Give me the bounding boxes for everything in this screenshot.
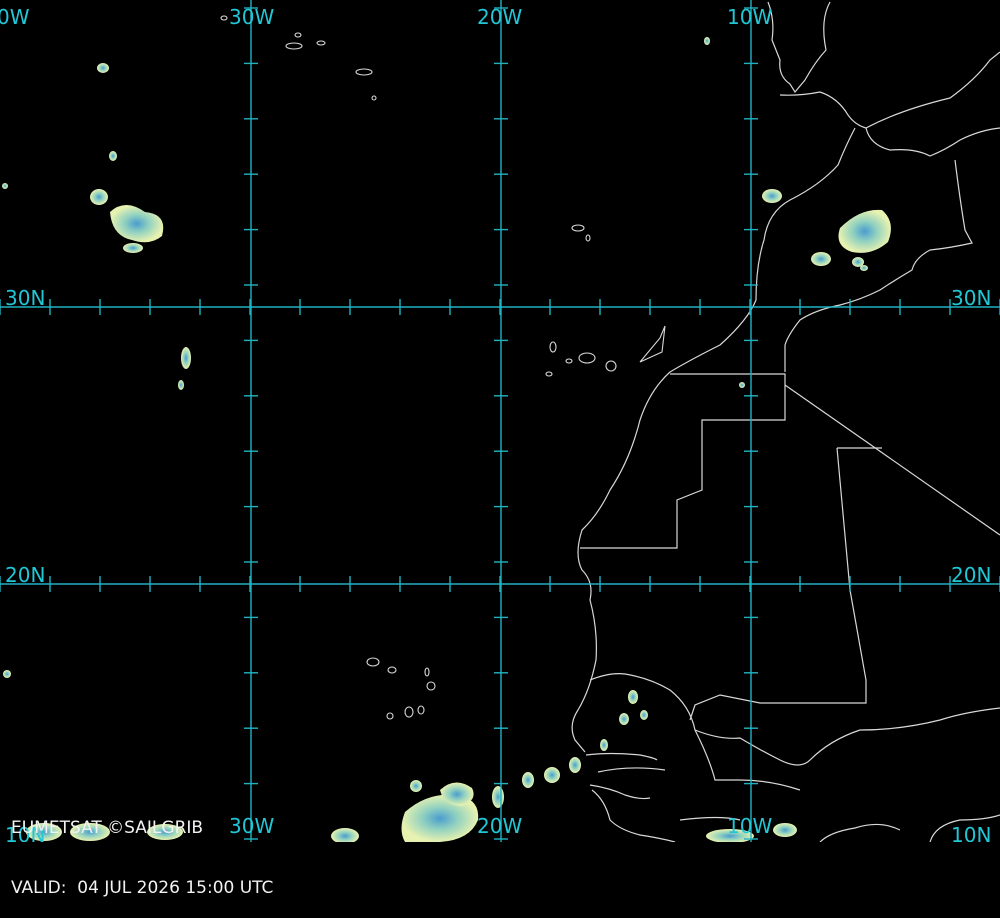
valid-label: VALID: xyxy=(11,878,67,898)
lat-label: 30N xyxy=(5,286,45,310)
lon-label: 10W xyxy=(727,814,772,838)
lon-label: 0W xyxy=(0,5,30,29)
lon-label: 20W xyxy=(477,5,522,29)
lat-label: 20N xyxy=(951,563,991,587)
lat-label: 20N xyxy=(5,563,45,587)
lat-label: 10N xyxy=(951,823,991,842)
lon-label: 20W xyxy=(477,814,522,838)
satellite-map: 0W 30W 20W 10W 30N 30N 20N 20N 10N 30W 2… xyxy=(0,0,1000,842)
valid-line: VALID: 04 JUL 2026 15:00 UTC xyxy=(11,878,273,898)
lon-label: 10W xyxy=(727,5,772,29)
lon-label: 30W xyxy=(229,5,274,29)
credit-text: EUMETSAT ©SAILGRIB xyxy=(11,818,204,838)
info-overlay: EUMETSAT ©SAILGRIB VALID: 04 JUL 2026 15… xyxy=(11,778,273,918)
lat-label: 30N xyxy=(951,286,991,310)
valid-time: 04 JUL 2026 15:00 UTC xyxy=(77,878,274,898)
